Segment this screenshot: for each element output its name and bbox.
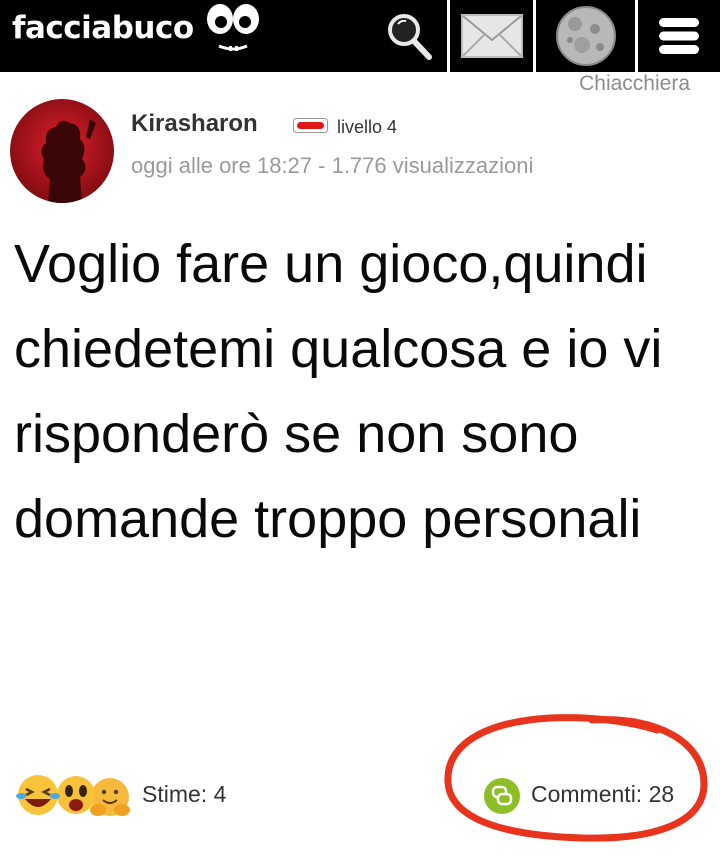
moon-avatar-icon xyxy=(555,6,616,66)
post-username[interactable]: Kirasharon xyxy=(131,110,258,138)
envelope-icon xyxy=(460,14,523,58)
top-bar: facciabuco xyxy=(0,0,720,72)
search-icon xyxy=(387,14,432,60)
post-body: Voglio fare un gioco,quindi chiedetemi q… xyxy=(14,234,663,549)
comments-count[interactable]: Commenti: 28 xyxy=(531,781,674,808)
section-tag[interactable]: Chiacchiera xyxy=(579,72,690,96)
stime-count[interactable]: Stime: 4 xyxy=(142,781,226,808)
post-meta: oggi alle ore 18:27 - 1.776 visualizzazi… xyxy=(131,153,534,178)
logo-eyes-icon xyxy=(207,4,259,51)
search-button[interactable] xyxy=(370,0,447,72)
user-avatar-image xyxy=(10,99,114,203)
messages-button[interactable] xyxy=(450,0,533,72)
avatar[interactable] xyxy=(10,99,114,203)
site-logo[interactable]: facciabuco xyxy=(12,10,194,46)
menu-button[interactable] xyxy=(638,0,720,72)
comment-bubble-icon xyxy=(484,778,520,814)
reactions-emoji-group[interactable] xyxy=(14,772,134,818)
profile-button[interactable] xyxy=(536,0,635,72)
user-level: livello 4 xyxy=(337,117,398,137)
hamburger-menu-icon xyxy=(659,18,699,54)
level-badge-icon xyxy=(293,118,328,133)
hugging-emoji-icon xyxy=(90,778,130,816)
surprised-emoji-icon xyxy=(57,776,95,814)
laughing-emoji-icon xyxy=(16,775,60,815)
